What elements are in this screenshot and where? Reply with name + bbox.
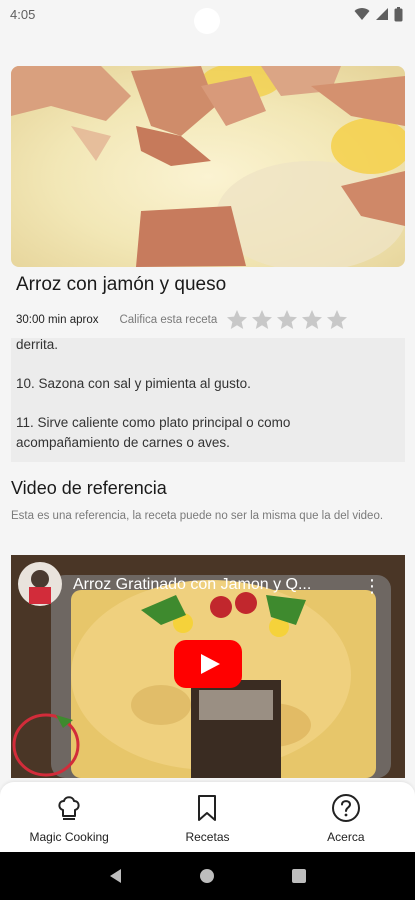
recipe-title: Arroz con jamón y queso xyxy=(16,274,227,295)
system-navigation-bar xyxy=(0,852,415,900)
rate-prompt: Califica esta receta xyxy=(119,314,218,326)
status-icons xyxy=(354,6,403,22)
recents-icon[interactable] xyxy=(290,867,308,885)
nav-item-recetas[interactable]: Recetas xyxy=(138,782,276,852)
bookmark-icon xyxy=(198,795,217,821)
step-line: derrita. xyxy=(16,338,59,352)
star-icon[interactable] xyxy=(225,308,249,332)
step-line: 11. Sirve caliente como plato principal … xyxy=(16,415,291,430)
step-line: acompañamiento de carnes o aves. xyxy=(16,435,230,450)
camera-cutout xyxy=(194,8,220,34)
video-player[interactable]: Arroz Gratinado con Jamon y Q... ⋮ xyxy=(11,555,405,778)
nav-item-acerca[interactable]: Acerca xyxy=(277,782,415,852)
nav-label: Acerca xyxy=(327,830,365,844)
more-vert-icon[interactable]: ⋮ xyxy=(363,577,381,595)
star-icon[interactable] xyxy=(275,308,299,332)
star-icon[interactable] xyxy=(325,308,349,332)
wifi-icon xyxy=(354,8,370,20)
step-line: 10. Sazona con sal y pimienta al gusto. xyxy=(16,376,251,391)
rating-stars[interactable] xyxy=(225,308,349,332)
star-icon[interactable] xyxy=(300,308,324,332)
prep-time: 30:00 min aprox xyxy=(16,314,99,326)
battery-icon xyxy=(394,6,403,21)
chef-hat-icon xyxy=(58,796,80,820)
recipe-hero-image xyxy=(11,66,405,267)
video-disclaimer: Esta es una referencia, la receta puede … xyxy=(11,510,384,522)
home-icon[interactable] xyxy=(198,867,216,885)
nav-label: Recetas xyxy=(185,830,230,844)
signal-icon xyxy=(376,8,388,20)
recipe-meta: 30:00 min aprox Califica esta receta xyxy=(16,308,396,332)
recipe-steps[interactable]: derrita. 10. Sazona con sal y pimienta a… xyxy=(11,338,405,462)
play-icon[interactable] xyxy=(174,640,242,688)
video-section-title: Video de referencia xyxy=(11,478,167,498)
bottom-navigation: Magic Cooking Recetas Acerca xyxy=(0,782,415,852)
star-icon[interactable] xyxy=(250,308,274,332)
nav-label: Magic Cooking xyxy=(29,830,109,844)
nav-item-magic-cooking[interactable]: Magic Cooking xyxy=(0,782,138,852)
help-circle-icon xyxy=(331,794,360,822)
back-icon[interactable] xyxy=(107,867,125,885)
status-time: 4:05 xyxy=(10,6,36,22)
video-caption: Arroz Gratinado con Jamon y Q... xyxy=(73,576,312,593)
